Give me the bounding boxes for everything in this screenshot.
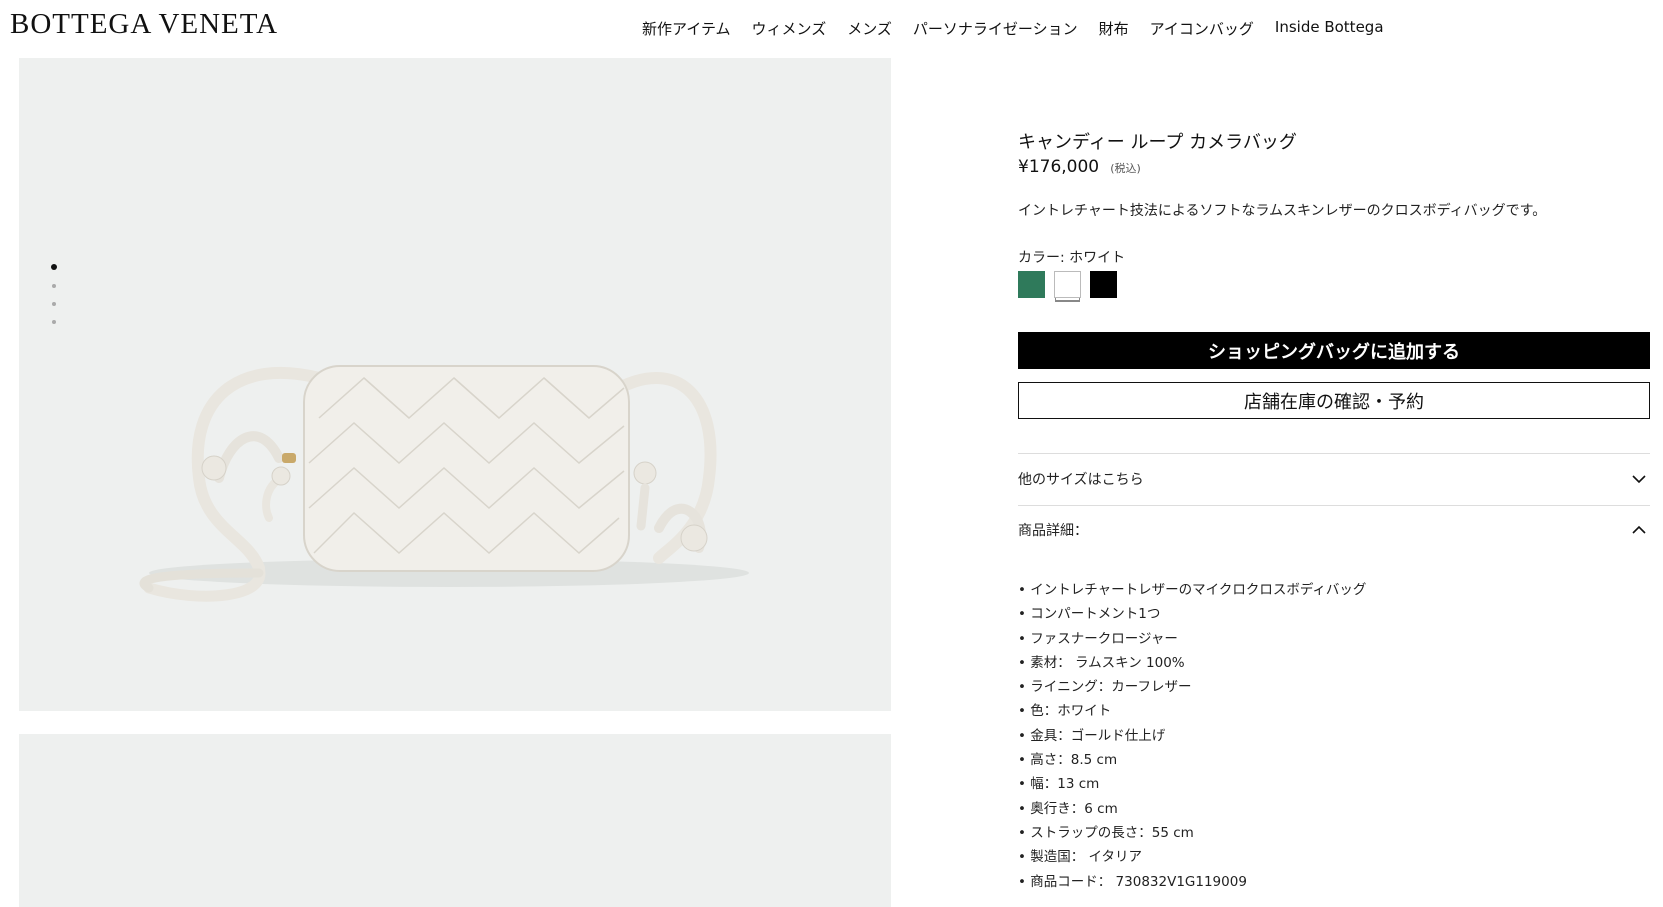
chevron-down-icon	[1632, 475, 1646, 484]
divider	[1018, 453, 1650, 454]
detail-item: ストラップの長さ：55 cm	[1018, 821, 1366, 845]
detail-item: イントレチャートレザーのマイクロクロスボディバッグ	[1018, 578, 1366, 602]
nav-item-icon-bags[interactable]: アイコンバッグ	[1150, 18, 1254, 39]
price-row: ¥176,000 (税込)	[1018, 157, 1141, 177]
product-price: ¥176,000	[1018, 157, 1100, 177]
other-sizes-label: 他のサイズはこちら	[1018, 472, 1144, 488]
details-heading: 商品詳細：	[1018, 523, 1088, 539]
detail-item: 奥行き：6 cm	[1018, 797, 1366, 821]
color-label: カラー: ホワイト	[1018, 250, 1126, 266]
detail-item: 幅：13 cm	[1018, 772, 1366, 796]
detail-item: 商品コード： 730832V1G119009	[1018, 870, 1366, 894]
chevron-up-icon	[1632, 525, 1646, 534]
product-details-list: イントレチャートレザーのマイクロクロスボディバッグ コンパートメント1つ ファス…	[1018, 578, 1366, 894]
pagination-dot[interactable]	[52, 284, 56, 288]
add-to-bag-button[interactable]: ショッピングバッグに追加する	[1018, 332, 1650, 369]
detail-item: 高さ：8.5 cm	[1018, 748, 1366, 772]
nav-item-wallets[interactable]: 財布	[1099, 18, 1129, 39]
detail-item: コンパートメント1つ	[1018, 602, 1366, 626]
swatch-black[interactable]	[1090, 271, 1117, 298]
site-header: BOTTEGA VENETA 新作アイテム ウィメンズ メンズ パーソナライゼー…	[0, 0, 1663, 56]
brand-logo[interactable]: BOTTEGA VENETA	[10, 8, 278, 41]
pagination-dot[interactable]	[52, 302, 56, 306]
main-nav: 新作アイテム ウィメンズ メンズ パーソナライゼーション 財布 アイコンバッグ …	[642, 18, 1405, 39]
nav-item-women[interactable]: ウィメンズ	[752, 18, 827, 39]
product-title: キャンディー ループ カメラバッグ	[1018, 132, 1297, 153]
product-description: イントレチャート技法によるソフトなラムスキンレザーのクロスボディバッグです。	[1018, 203, 1547, 219]
details-accordion[interactable]: 商品詳細：	[1018, 517, 1650, 543]
nav-item-new-arrivals[interactable]: 新作アイテム	[642, 18, 731, 39]
pagination-dot[interactable]	[52, 320, 56, 324]
detail-item: 金具：ゴールド仕上げ	[1018, 724, 1366, 748]
pagination-dot-active[interactable]	[51, 264, 57, 270]
tax-note: (税込)	[1110, 162, 1141, 175]
check-store-stock-button[interactable]: 店舗在庫の確認・予約	[1018, 382, 1650, 419]
product-image-secondary[interactable]	[19, 734, 891, 907]
swatch-white[interactable]	[1054, 271, 1081, 298]
color-swatches	[1018, 271, 1126, 298]
nav-item-inside-bottega[interactable]: Inside Bottega	[1275, 18, 1384, 39]
swatch-green[interactable]	[1018, 271, 1045, 298]
detail-item: 素材： ラムスキン 100%	[1018, 651, 1366, 675]
nav-item-personalization[interactable]: パーソナライゼーション	[913, 18, 1078, 39]
detail-item: 色：ホワイト	[1018, 699, 1366, 723]
detail-item: ライニング：カーフレザー	[1018, 675, 1366, 699]
product-image-main[interactable]	[19, 58, 891, 711]
detail-item: ファスナークロージャー	[1018, 627, 1366, 651]
nav-item-men[interactable]: メンズ	[847, 18, 892, 39]
other-sizes-accordion[interactable]: 他のサイズはこちら	[1018, 466, 1650, 492]
image-pagination	[50, 264, 58, 338]
divider	[1018, 505, 1650, 506]
detail-item: 製造国： イタリア	[1018, 845, 1366, 869]
bag-image	[139, 365, 749, 602]
